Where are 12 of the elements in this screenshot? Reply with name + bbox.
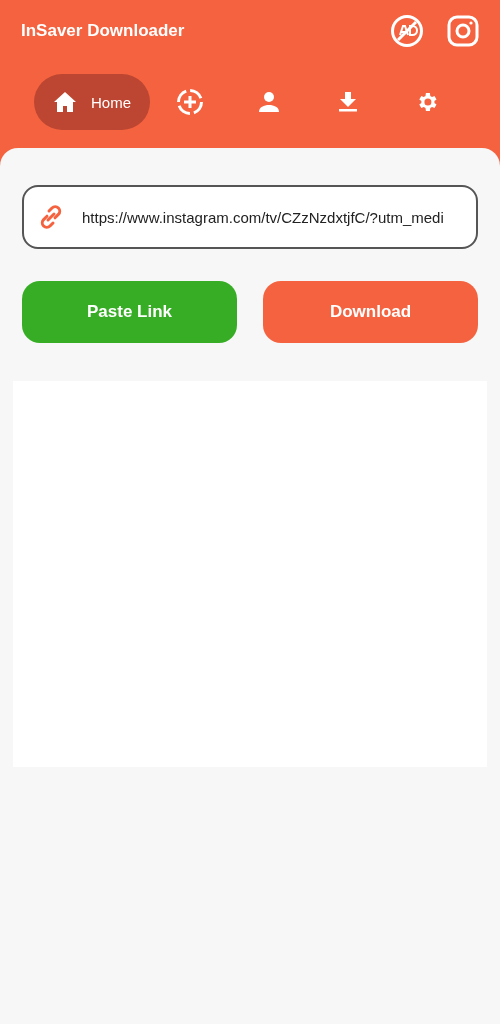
home-icon — [53, 91, 77, 113]
nav-tab[interactable]: Home — [34, 74, 150, 130]
no-ads-icon[interactable] — [390, 14, 424, 48]
link-input-field[interactable]: https://www.instagram.com/tv/CZzNzdxtjfC/?utm_medi — [22, 185, 478, 249]
instagram-icon[interactable] — [446, 14, 480, 48]
download-button[interactable]: Download — [263, 281, 478, 343]
link-icon — [38, 204, 64, 230]
paste-link-button[interactable]: Paste Link — [22, 281, 237, 343]
add-circle-icon — [175, 88, 204, 116]
download-icon — [338, 92, 357, 112]
person-icon — [257, 92, 280, 112]
app-title: InSaver Downloader — [21, 21, 186, 41]
